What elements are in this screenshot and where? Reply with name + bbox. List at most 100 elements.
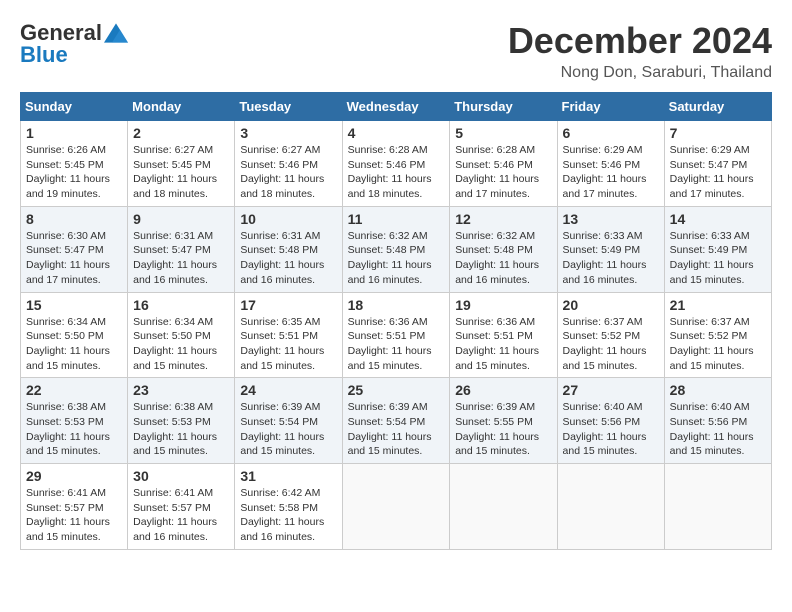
day-detail: Sunrise: 6:27 AM Sunset: 5:46 PM Dayligh… [240, 143, 336, 202]
day-number: 23 [133, 382, 229, 398]
day-detail: Sunrise: 6:29 AM Sunset: 5:46 PM Dayligh… [563, 143, 659, 202]
day-number: 10 [240, 211, 336, 227]
day-number: 15 [26, 297, 122, 313]
day-detail: Sunrise: 6:33 AM Sunset: 5:49 PM Dayligh… [670, 229, 766, 288]
calendar-cell: 31 Sunrise: 6:42 AM Sunset: 5:58 PM Dayli… [235, 464, 342, 550]
calendar-cell: 29Sunrise: 6:41 AM Sunset: 5:57 PM Dayli… [21, 464, 128, 550]
calendar-cell: 21 Sunrise: 6:37 AM Sunset: 5:52 PM Dayli… [664, 292, 771, 378]
calendar-cell: 12Sunrise: 6:32 AM Sunset: 5:48 PM Dayli… [450, 206, 557, 292]
calendar-cell [450, 464, 557, 550]
day-number: 16 [133, 297, 229, 313]
calendar-cell: 27Sunrise: 6:40 AM Sunset: 5:56 PM Dayli… [557, 378, 664, 464]
calendar-cell: 16 Sunrise: 6:34 AM Sunset: 5:50 PM Dayli… [128, 292, 235, 378]
calendar-cell: 18Sunrise: 6:36 AM Sunset: 5:51 PM Dayli… [342, 292, 450, 378]
day-number: 13 [563, 211, 659, 227]
calendar-week-row: 29Sunrise: 6:41 AM Sunset: 5:57 PM Dayli… [21, 464, 772, 550]
calendar-cell: 23 Sunrise: 6:38 AM Sunset: 5:53 PM Dayli… [128, 378, 235, 464]
weekday-header-monday: Monday [128, 93, 235, 121]
month-year-title: December 2024 [508, 20, 772, 62]
weekday-header-thursday: Thursday [450, 93, 557, 121]
calendar-cell: 30Sunrise: 6:41 AM Sunset: 5:57 PM Dayli… [128, 464, 235, 550]
calendar-cell [664, 464, 771, 550]
day-number: 31 [240, 468, 336, 484]
day-detail: Sunrise: 6:39 AM Sunset: 5:54 PM Dayligh… [348, 400, 445, 459]
day-number: 4 [348, 125, 445, 141]
calendar-cell [342, 464, 450, 550]
title-block: December 2024 Nong Don, Saraburi, Thaila… [508, 20, 772, 82]
day-detail: Sunrise: 6:40 AM Sunset: 5:56 PM Dayligh… [670, 400, 766, 459]
calendar-cell: 6 Sunrise: 6:29 AM Sunset: 5:46 PM Daylig… [557, 121, 664, 207]
day-number: 20 [563, 297, 659, 313]
day-detail: Sunrise: 6:30 AM Sunset: 5:47 PM Dayligh… [26, 229, 122, 288]
calendar-cell: 22 Sunrise: 6:38 AM Sunset: 5:53 PM Dayli… [21, 378, 128, 464]
day-detail: Sunrise: 6:38 AM Sunset: 5:53 PM Dayligh… [26, 400, 122, 459]
day-number: 1 [26, 125, 122, 141]
calendar-cell: 15 Sunrise: 6:34 AM Sunset: 5:50 PM Dayli… [21, 292, 128, 378]
day-detail: Sunrise: 6:32 AM Sunset: 5:48 PM Dayligh… [348, 229, 445, 288]
calendar-cell [557, 464, 664, 550]
day-detail: Sunrise: 6:34 AM Sunset: 5:50 PM Dayligh… [133, 315, 229, 374]
day-detail: Sunrise: 6:40 AM Sunset: 5:56 PM Dayligh… [563, 400, 659, 459]
day-detail: Sunrise: 6:37 AM Sunset: 5:52 PM Dayligh… [563, 315, 659, 374]
day-detail: Sunrise: 6:42 AM Sunset: 5:58 PM Dayligh… [240, 486, 336, 545]
weekday-header-saturday: Saturday [664, 93, 771, 121]
page-header: General Blue December 2024 Nong Don, Sar… [20, 20, 772, 82]
calendar-cell: 20 Sunrise: 6:37 AM Sunset: 5:52 PM Dayli… [557, 292, 664, 378]
day-detail: Sunrise: 6:37 AM Sunset: 5:52 PM Dayligh… [670, 315, 766, 374]
weekday-header-wednesday: Wednesday [342, 93, 450, 121]
calendar-cell: 2 Sunrise: 6:27 AM Sunset: 5:45 PM Daylig… [128, 121, 235, 207]
calendar-cell: 7 Sunrise: 6:29 AM Sunset: 5:47 PM Daylig… [664, 121, 771, 207]
day-detail: Sunrise: 6:28 AM Sunset: 5:46 PM Dayligh… [455, 143, 551, 202]
weekday-header-sunday: Sunday [21, 93, 128, 121]
weekday-header-friday: Friday [557, 93, 664, 121]
day-number: 11 [348, 211, 445, 227]
day-number: 21 [670, 297, 766, 313]
day-number: 26 [455, 382, 551, 398]
day-detail: Sunrise: 6:34 AM Sunset: 5:50 PM Dayligh… [26, 315, 122, 374]
day-number: 7 [670, 125, 766, 141]
calendar-cell: 25Sunrise: 6:39 AM Sunset: 5:54 PM Dayli… [342, 378, 450, 464]
calendar-week-row: 8Sunrise: 6:30 AM Sunset: 5:47 PM Daylig… [21, 206, 772, 292]
calendar-cell: 4 Sunrise: 6:28 AM Sunset: 5:46 PM Daylig… [342, 121, 450, 207]
calendar-cell: 10 Sunrise: 6:31 AM Sunset: 5:48 PM Dayli… [235, 206, 342, 292]
day-number: 22 [26, 382, 122, 398]
day-detail: Sunrise: 6:31 AM Sunset: 5:48 PM Dayligh… [240, 229, 336, 288]
day-number: 19 [455, 297, 551, 313]
day-number: 12 [455, 211, 551, 227]
day-detail: Sunrise: 6:39 AM Sunset: 5:55 PM Dayligh… [455, 400, 551, 459]
day-detail: Sunrise: 6:26 AM Sunset: 5:45 PM Dayligh… [26, 143, 122, 202]
day-number: 28 [670, 382, 766, 398]
calendar-cell: 11 Sunrise: 6:32 AM Sunset: 5:48 PM Dayli… [342, 206, 450, 292]
calendar-cell: 28 Sunrise: 6:40 AM Sunset: 5:56 PM Dayli… [664, 378, 771, 464]
calendar-week-row: 15 Sunrise: 6:34 AM Sunset: 5:50 PM Dayli… [21, 292, 772, 378]
day-number: 5 [455, 125, 551, 141]
day-number: 24 [240, 382, 336, 398]
calendar-cell: 8Sunrise: 6:30 AM Sunset: 5:47 PM Daylig… [21, 206, 128, 292]
day-detail: Sunrise: 6:36 AM Sunset: 5:51 PM Dayligh… [455, 315, 551, 374]
calendar-cell: 17Sunrise: 6:35 AM Sunset: 5:51 PM Dayli… [235, 292, 342, 378]
day-number: 29 [26, 468, 122, 484]
day-number: 17 [240, 297, 336, 313]
day-number: 18 [348, 297, 445, 313]
location-subtitle: Nong Don, Saraburi, Thailand [508, 64, 772, 82]
calendar-cell: 24 Sunrise: 6:39 AM Sunset: 5:54 PM Dayli… [235, 378, 342, 464]
logo-blue-text: Blue [20, 42, 68, 68]
day-detail: Sunrise: 6:28 AM Sunset: 5:46 PM Dayligh… [348, 143, 445, 202]
day-detail: Sunrise: 6:29 AM Sunset: 5:47 PM Dayligh… [670, 143, 766, 202]
calendar-table: SundayMondayTuesdayWednesdayThursdayFrid… [20, 92, 772, 550]
day-detail: Sunrise: 6:38 AM Sunset: 5:53 PM Dayligh… [133, 400, 229, 459]
calendar-cell: 26 Sunrise: 6:39 AM Sunset: 5:55 PM Dayli… [450, 378, 557, 464]
calendar-header-row: SundayMondayTuesdayWednesdayThursdayFrid… [21, 93, 772, 121]
day-number: 9 [133, 211, 229, 227]
calendar-week-row: 22 Sunrise: 6:38 AM Sunset: 5:53 PM Dayli… [21, 378, 772, 464]
calendar-cell: 3Sunrise: 6:27 AM Sunset: 5:46 PM Daylig… [235, 121, 342, 207]
day-number: 14 [670, 211, 766, 227]
day-number: 2 [133, 125, 229, 141]
day-number: 30 [133, 468, 229, 484]
calendar-cell: 1 Sunrise: 6:26 AM Sunset: 5:45 PM Daylig… [21, 121, 128, 207]
calendar-week-row: 1 Sunrise: 6:26 AM Sunset: 5:45 PM Daylig… [21, 121, 772, 207]
day-detail: Sunrise: 6:39 AM Sunset: 5:54 PM Dayligh… [240, 400, 336, 459]
day-detail: Sunrise: 6:33 AM Sunset: 5:49 PM Dayligh… [563, 229, 659, 288]
day-number: 6 [563, 125, 659, 141]
day-detail: Sunrise: 6:27 AM Sunset: 5:45 PM Dayligh… [133, 143, 229, 202]
